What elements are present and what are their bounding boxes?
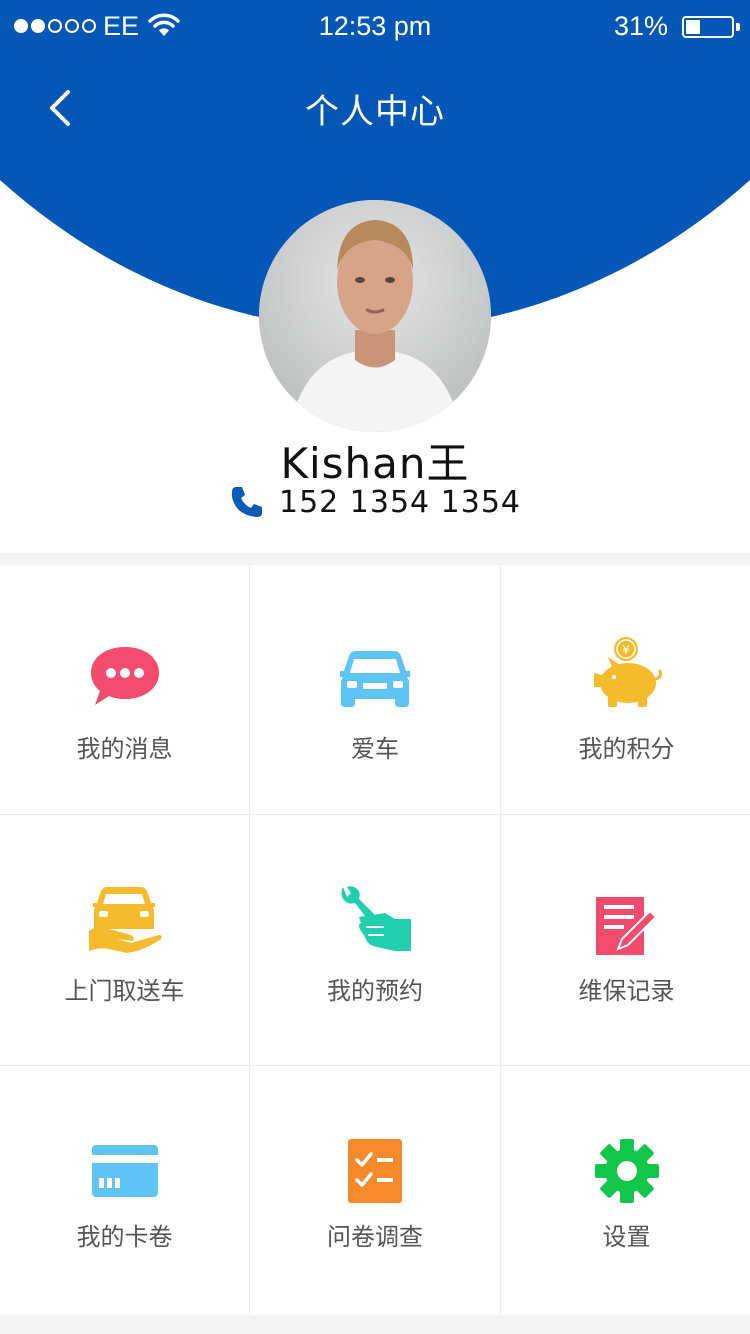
document-pencil-icon	[595, 897, 657, 955]
menu-item-label: 我的预约	[327, 977, 423, 1005]
menu-item-survey[interactable]: 问卷调查	[250, 1066, 500, 1315]
menu-item-cards[interactable]: 我的卡卷	[0, 1066, 249, 1315]
menu-item-label: 设置	[602, 1223, 651, 1251]
page-title: 个人中心	[305, 92, 445, 132]
card-icon	[91, 1145, 158, 1197]
menu-item-settings[interactable]: 设置	[501, 1066, 750, 1315]
menu-item-label: 维保记录	[578, 977, 675, 1005]
menu-item-points[interactable]: ¥ 我的积分	[501, 565, 750, 814]
phone-icon	[231, 487, 262, 517]
phone-number: 152 1354 1354	[278, 484, 522, 520]
svg-text:¥: ¥	[622, 643, 630, 657]
avatar[interactable]	[259, 200, 491, 432]
menu-item-label: 上门取送车	[64, 977, 185, 1005]
piggy-bank-icon: ¥	[593, 637, 662, 707]
user-name: Kishan王	[280, 439, 470, 488]
menu-item-label: 我的消息	[76, 735, 173, 763]
menu-item-pickup-delivery[interactable]: 上门取送车	[0, 815, 249, 1065]
menu-item-label: 问卷调查	[327, 1223, 423, 1251]
menu-item-label: 我的卡卷	[76, 1223, 173, 1251]
gear-icon	[594, 1139, 659, 1203]
wrench-hand-icon	[341, 886, 411, 951]
menu-item-maintenance-records[interactable]: 维保记录	[501, 815, 750, 1065]
menu-item-messages[interactable]: 我的消息	[0, 565, 249, 814]
menu-item-appointments[interactable]: 我的预约	[250, 815, 500, 1065]
car-in-hand-icon	[88, 887, 162, 953]
status-bar: EE 12:53 pm 31%	[0, 0, 750, 54]
battery-tip	[736, 23, 740, 31]
profile-header: EE 12:53 pm 31% 个人中心 Kishan王 152 1354 13…	[0, 0, 750, 553]
chat-bubble-icon	[90, 647, 159, 705]
menu-item-label: 爱车	[351, 735, 399, 763]
phone-row[interactable]: 152 1354 1354	[0, 484, 750, 520]
checklist-icon	[348, 1139, 402, 1203]
car-icon	[340, 651, 410, 707]
battery-icon	[682, 16, 734, 38]
menu-item-label: 我的积分	[578, 735, 675, 763]
menu-grid: 我的消息 爱车 ¥ 我的积分 上门取送车 我的预约 维保记录 我的卡卷 问卷调查…	[0, 565, 750, 1315]
battery-percent: 31%	[613, 11, 668, 41]
menu-item-my-car[interactable]: 爱车	[250, 565, 500, 814]
